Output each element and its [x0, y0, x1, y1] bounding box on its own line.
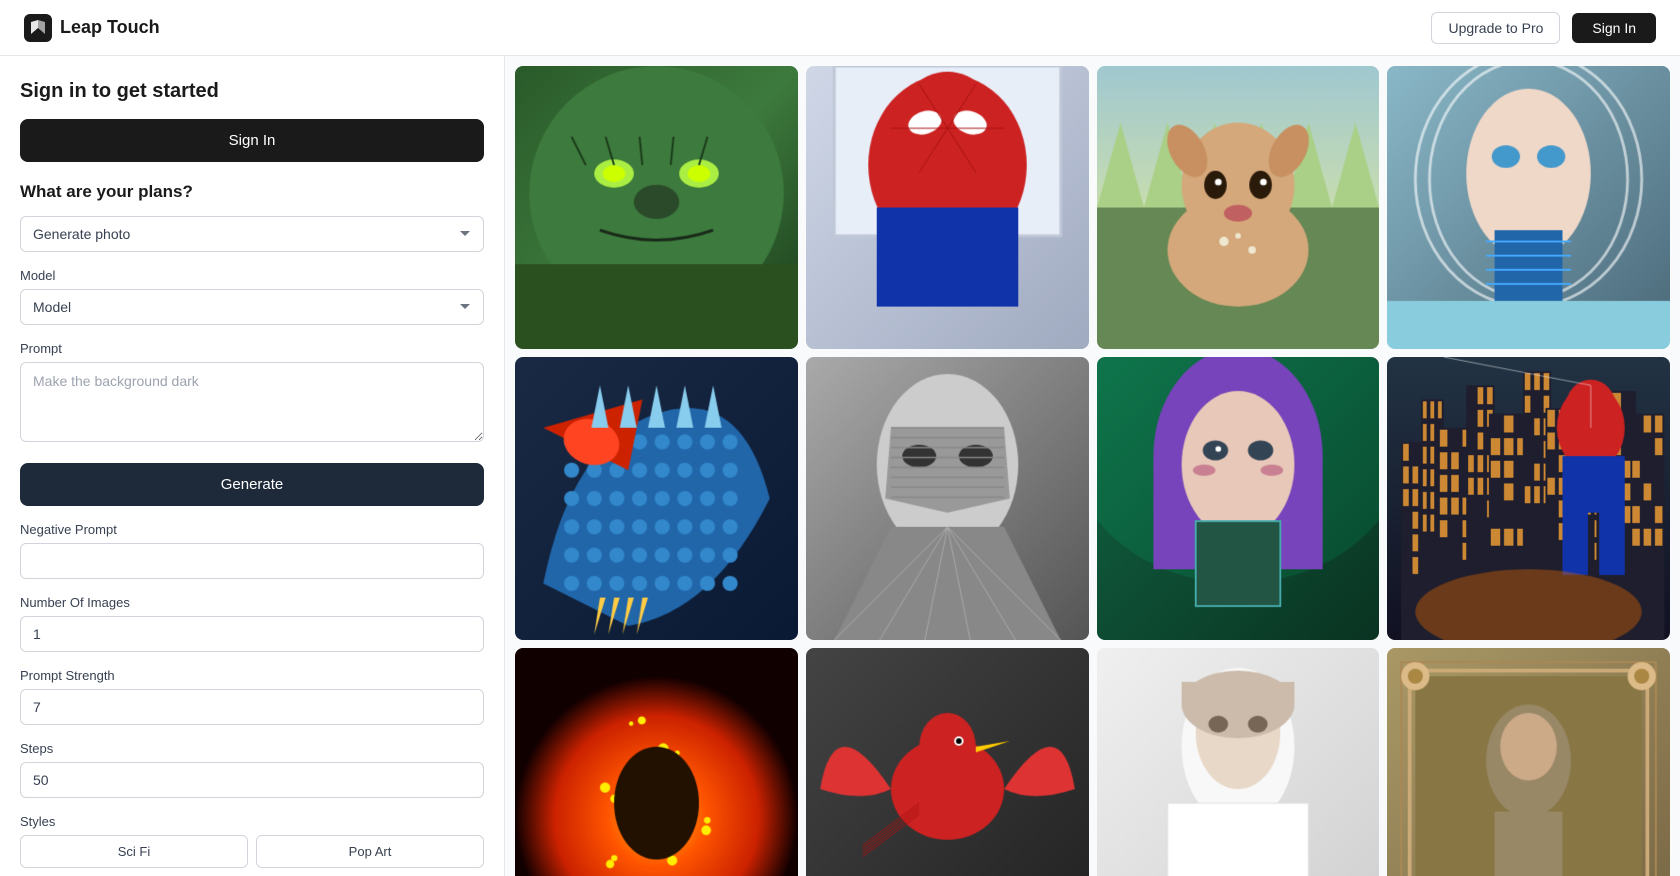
gallery-image [1097, 357, 1380, 640]
gallery-item[interactable] [1097, 66, 1380, 349]
model-select[interactable]: Model Stable Diffusion DALL-E [20, 289, 484, 325]
negative-prompt-input[interactable] [20, 543, 484, 579]
gallery-image [806, 357, 1089, 640]
header-actions: Upgrade to Pro Sign In [1431, 12, 1656, 44]
gallery: By Giovanni [505, 56, 1680, 876]
main-signin-button[interactable]: Sign In [20, 119, 484, 162]
gallery-item[interactable] [806, 357, 1089, 640]
logo: Leap Touch [24, 14, 160, 42]
gallery-image [1387, 66, 1670, 349]
style-popart[interactable]: Pop Art [256, 835, 484, 868]
prompt-strength-label: Prompt Strength [20, 668, 484, 683]
gallery-image [1387, 357, 1670, 640]
gallery-image [806, 648, 1089, 876]
gallery-item[interactable]: By Giovanni [1387, 648, 1670, 876]
steps-label: Steps [20, 741, 484, 756]
prompt-label: Prompt [20, 341, 484, 356]
styles-grid: Sci Fi Pop Art [20, 835, 484, 868]
gallery-item[interactable] [806, 66, 1089, 349]
app-header: Leap Touch Upgrade to Pro Sign In [0, 0, 1680, 56]
main-layout: Sign in to get started Sign In What are … [0, 56, 1680, 876]
prompt-group: Prompt [20, 341, 484, 447]
negative-prompt-label: Negative Prompt [20, 522, 484, 537]
gallery-image [806, 66, 1089, 349]
gallery-grid: By Giovanni [515, 66, 1670, 876]
plans-title: What are your plans? [20, 182, 484, 202]
num-images-group: Number Of Images [20, 595, 484, 652]
gallery-image [515, 66, 798, 349]
gallery-image [1097, 66, 1380, 349]
gallery-item[interactable] [806, 648, 1089, 876]
gallery-item[interactable] [1097, 648, 1380, 876]
gallery-image [1097, 648, 1380, 876]
styles-label: Styles [20, 814, 484, 829]
generate-button[interactable]: Generate [20, 463, 484, 506]
upgrade-button[interactable]: Upgrade to Pro [1431, 12, 1560, 44]
prompt-strength-input[interactable] [20, 689, 484, 725]
gallery-item[interactable] [1387, 66, 1670, 349]
style-scifi[interactable]: Sci Fi [20, 835, 248, 868]
header-signin-button[interactable]: Sign In [1572, 13, 1656, 43]
gallery-item[interactable] [515, 357, 798, 640]
gallery-item[interactable] [1387, 357, 1670, 640]
gallery-item[interactable] [515, 66, 798, 349]
steps-group: Steps [20, 741, 484, 798]
steps-input[interactable] [20, 762, 484, 798]
plan-select-group: Generate photo Edit photo Remove backgro… [20, 216, 484, 252]
model-label: Model [20, 268, 484, 283]
gallery-item[interactable] [515, 648, 798, 876]
gallery-image [515, 357, 798, 640]
plan-select[interactable]: Generate photo Edit photo Remove backgro… [20, 216, 484, 252]
num-images-label: Number Of Images [20, 595, 484, 610]
negative-prompt-group: Negative Prompt [20, 522, 484, 579]
prompt-strength-group: Prompt Strength [20, 668, 484, 725]
gallery-image [515, 648, 798, 876]
styles-group: Styles Sci Fi Pop Art [20, 814, 484, 868]
sidebar: Sign in to get started Sign In What are … [0, 56, 505, 876]
num-images-input[interactable] [20, 616, 484, 652]
sidebar-title: Sign in to get started [20, 80, 484, 103]
logo-text: Leap Touch [60, 17, 160, 38]
prompt-textarea[interactable] [20, 362, 484, 442]
gallery-item[interactable] [1097, 357, 1380, 640]
logo-icon [24, 14, 52, 42]
gallery-image [1387, 648, 1670, 876]
model-select-group: Model Model Stable Diffusion DALL-E [20, 268, 484, 325]
